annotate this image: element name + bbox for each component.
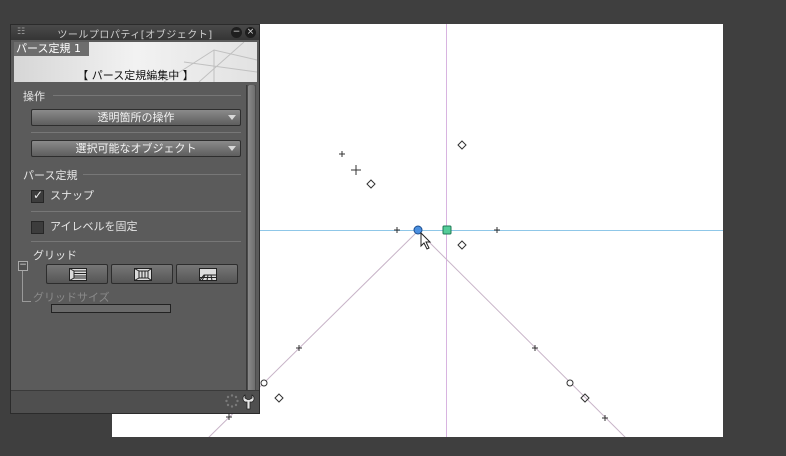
tree-connector xyxy=(22,271,31,302)
plus-marker xyxy=(394,227,400,233)
loading-icon xyxy=(225,394,239,408)
circle-handle xyxy=(260,379,268,387)
grid-floor-plane-button[interactable] xyxy=(176,264,238,284)
chevron-down-icon xyxy=(228,146,236,151)
object-preview-header: パース定規 1 【 パース定規編集中 】 xyxy=(14,42,257,82)
eye-level-handle xyxy=(442,225,452,235)
panel-title: ツールプロパティ[オブジェクト] xyxy=(57,30,213,41)
collapse-toggle[interactable]: − xyxy=(18,261,28,271)
diamond-handle xyxy=(580,393,590,403)
grid-left-plane-icon xyxy=(69,268,87,281)
eyelevel-checkbox-row[interactable]: アイレベルを固定 xyxy=(31,220,137,234)
grid-size-slider[interactable] xyxy=(51,304,171,313)
grid-floor-plane-icon xyxy=(199,268,217,281)
panel-bottom-bar xyxy=(11,390,259,413)
dropdown-value: 透明箇所の操作 xyxy=(97,111,175,124)
grid-right-plane-button[interactable] xyxy=(111,264,173,284)
diamond-handle xyxy=(457,240,467,250)
close-button[interactable]: × xyxy=(245,27,256,38)
grid-section-label: グリッド xyxy=(33,249,77,262)
plus-marker xyxy=(339,151,345,157)
diamond-handles xyxy=(274,140,590,403)
panel-scrollbar[interactable] xyxy=(246,85,256,401)
minimize-button[interactable]: − xyxy=(231,27,242,38)
diamond-handle xyxy=(274,393,284,403)
mouse-cursor-icon xyxy=(420,231,432,250)
edit-status-text: 【 パース定規編集中 】 xyxy=(77,69,194,82)
circle-handle xyxy=(566,379,574,387)
wrench-icon[interactable] xyxy=(241,394,255,410)
diamond-handle xyxy=(366,179,376,189)
dropdown-value: 選択可能なオブジェクト xyxy=(75,142,197,155)
grid-right-plane-icon xyxy=(134,268,152,281)
grid-left-plane-button[interactable] xyxy=(46,264,108,284)
chevron-down-icon xyxy=(228,115,236,120)
section-divider xyxy=(31,211,241,212)
guide-markers xyxy=(226,151,608,421)
selectable-object-dropdown[interactable]: 選択可能なオブジェクト xyxy=(31,140,241,157)
ruler-name-tag: パース定規 1 xyxy=(14,42,89,56)
section-divider xyxy=(83,174,241,175)
eyelevel-label: アイレベルを固定 xyxy=(50,220,138,233)
plus-marker xyxy=(602,415,608,421)
grid-size-label: グリッドサイズ xyxy=(33,291,110,304)
operation-section-label: 操作 xyxy=(23,90,45,103)
scrollbar-thumb[interactable] xyxy=(248,85,255,393)
section-divider xyxy=(53,95,241,96)
eyelevel-checkbox[interactable] xyxy=(31,220,44,234)
plus-marker xyxy=(494,227,500,233)
snap-checkbox-row[interactable]: ✓ スナップ xyxy=(31,187,94,203)
transparent-operation-dropdown[interactable]: 透明箇所の操作 xyxy=(31,109,241,126)
snap-label: スナップ xyxy=(50,189,94,202)
checkmark-icon: ✓ xyxy=(33,187,44,202)
section-divider xyxy=(31,132,241,133)
perspective-section-label: パース定規 xyxy=(23,169,78,182)
perspective-line-right xyxy=(417,230,626,437)
panel-titlebar[interactable]: ☷ ツールプロパティ[オブジェクト] − × xyxy=(11,25,259,41)
tool-property-panel: ☷ ツールプロパティ[オブジェクト] − × パース定規 1 【 パース定規編集… xyxy=(10,24,260,414)
section-divider xyxy=(31,241,241,242)
snap-checkbox[interactable]: ✓ xyxy=(31,187,44,203)
plus-marker xyxy=(351,165,361,175)
diamond-handle xyxy=(457,140,467,150)
